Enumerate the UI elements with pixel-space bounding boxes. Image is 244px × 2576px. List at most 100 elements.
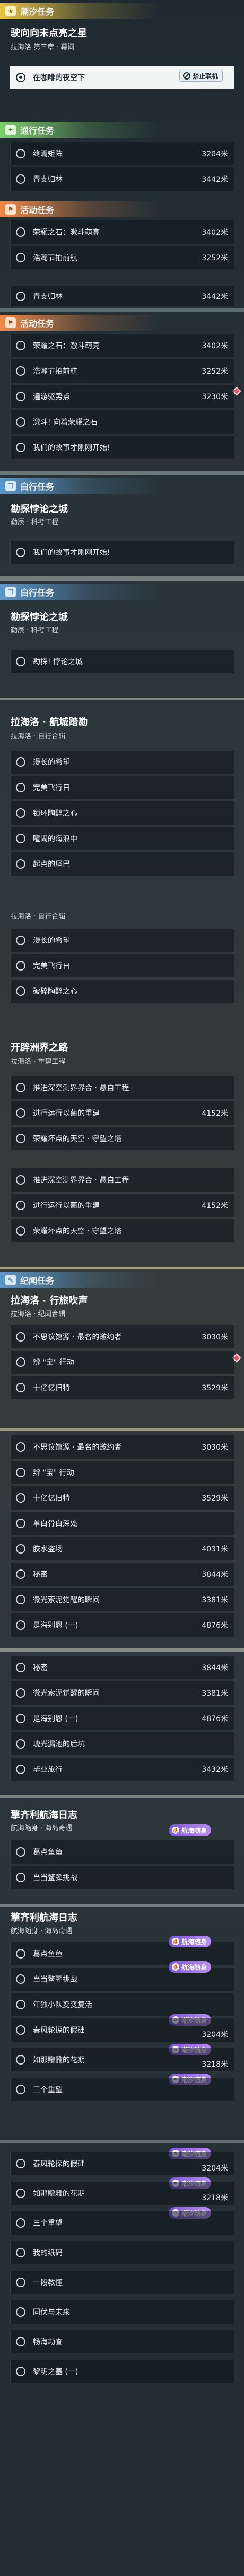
record-list-row[interactable]: 秘密 3844米 bbox=[10, 1563, 234, 1586]
record-list-row[interactable]: 微光索泥觉醒的瞬间 3381米 bbox=[10, 1681, 234, 1705]
event-quest-row[interactable]: 浩瀚节拍前航 3252米 bbox=[10, 359, 234, 383]
untracked-circle-icon bbox=[16, 417, 25, 427]
untracked-circle-icon bbox=[16, 149, 25, 158]
record-list-row[interactable]: 秘密 3844米 bbox=[10, 1656, 234, 1679]
record-list-row[interactable]: 不思议馆源 · 最名的邀约者 3030米 bbox=[10, 1435, 234, 1459]
nav-quest-row[interactable]: 喧闹的海浪中 bbox=[10, 827, 234, 850]
nav-quest-row[interactable]: 漫长的希望 bbox=[10, 751, 234, 774]
untracked-circle-icon bbox=[16, 2278, 25, 2287]
daily-log-row[interactable]: 葛点鱼鱼 bbox=[10, 1840, 234, 1864]
daily-log-subtitle: 航海随身 · 海岛奇遇 bbox=[11, 1824, 73, 1832]
daily-log-row[interactable]: 三个重望 bbox=[10, 2211, 234, 2235]
daily-log-title-2[interactable]: 擎齐利航海日志 bbox=[11, 1910, 77, 1924]
untracked-circle-icon bbox=[16, 1083, 25, 1092]
nav-quest-row[interactable]: 起点的尾巴 bbox=[10, 852, 234, 876]
untracked-circle-icon bbox=[16, 2085, 25, 2094]
daily-log-row[interactable]: 年独小队变变复活 bbox=[10, 1993, 234, 2016]
free-quest-row[interactable]: 我们的故事才刚刚开始! bbox=[10, 541, 234, 564]
untracked-circle-icon bbox=[16, 1714, 25, 1723]
frontier-row[interactable]: 推进深空测界界合 · 悬自工程 bbox=[10, 1168, 234, 1192]
untracked-circle-icon bbox=[16, 961, 25, 971]
frontier-row[interactable]: 推进深空测界界合 · 悬自工程 bbox=[10, 1076, 234, 1099]
daily-log-row[interactable]: 春风轮探的假础 3204米 bbox=[10, 2152, 234, 2175]
untracked-circle-icon bbox=[16, 757, 25, 767]
daily-log-row[interactable]: 一段教懂 bbox=[10, 2271, 234, 2294]
frontier-row[interactable]: 进行运行以菌的重建 4152米 bbox=[10, 1101, 234, 1125]
main-quest-title[interactable]: 驶向向未点亮之星 bbox=[11, 25, 87, 39]
record-quest-subtitle: 拉海洛 · 纪闻合辑 bbox=[11, 1310, 66, 1318]
untracked-circle-icon bbox=[16, 1108, 25, 1118]
untracked-circle-icon bbox=[16, 366, 25, 376]
untracked-circle-icon bbox=[16, 834, 25, 843]
frontier-row[interactable]: 荣耀坏点的天空 · 守望之塔 bbox=[10, 1127, 234, 1150]
event-quest-row[interactable]: 我们的故事才刚刚开始! bbox=[10, 436, 234, 459]
free-quest-header-2[interactable]: ❒ 自行任务 bbox=[0, 584, 159, 600]
event-quest-row[interactable]: 荣耀之石：激斗萌亮 3402米 bbox=[10, 334, 234, 357]
free-quest-subtitle-2: 勤辰 · 科考工程 bbox=[11, 627, 59, 634]
record-list-row[interactable]: 辨 "宝" 行动 bbox=[10, 1461, 234, 1484]
free-quest-title[interactable]: 勘探悖论之城 bbox=[11, 501, 68, 515]
daily-log-row[interactable]: 我的纸码 bbox=[10, 2241, 234, 2264]
event-quest-header[interactable]: ⚑ 活动任务 bbox=[0, 201, 159, 217]
record-list-row[interactable]: 毕业旅行 3432米 bbox=[10, 1758, 234, 1781]
daily-log-row[interactable]: 黎明之塞 (一) bbox=[10, 2360, 234, 2383]
event-quest-row[interactable]: 青支归林 3442米 bbox=[10, 286, 234, 306]
untracked-circle-icon bbox=[16, 341, 25, 350]
record-quest-row[interactable]: 辨 "宝" 行动 bbox=[10, 1351, 234, 1374]
frontier-row[interactable]: 荣耀坏点的天空 · 守望之塔 bbox=[10, 1219, 234, 1242]
record-list-row[interactable]: 单白骨白深处 bbox=[10, 1512, 234, 1535]
voyage-badge: ⛵ 航海随身 bbox=[169, 1936, 212, 1947]
frontier-title[interactable]: 开辟洲界之路 bbox=[11, 1040, 68, 1054]
free-quest-row[interactable]: 勘探! 悖论之城 bbox=[10, 650, 234, 673]
untracked-circle-icon bbox=[16, 1383, 25, 1392]
free-quest-header[interactable]: ❒ 自行任务 bbox=[0, 478, 159, 494]
daily-log-row[interactable]: 春风轮探的假础 3204米 bbox=[10, 2018, 234, 2042]
daily-log-row[interactable]: 当当鳌彈挑战 bbox=[10, 1866, 234, 1889]
nav-quest-title[interactable]: 拉海洛 · 航城踏勘 bbox=[11, 714, 88, 728]
nav-quest-row[interactable]: 锁环陶醉之心 bbox=[10, 801, 234, 825]
nav-quest-row[interactable]: 破碎陶醉之心 bbox=[10, 980, 234, 1003]
record-quest-title[interactable]: 拉海洛 · 行旅吹声 bbox=[11, 1293, 88, 1307]
untracked-circle-icon bbox=[16, 2367, 25, 2376]
side-quest-header[interactable]: ✦ 通行任务 bbox=[0, 122, 159, 138]
untracked-circle-icon bbox=[16, 1873, 25, 1882]
side-quest-row[interactable]: 终焉矩阵 3204米 bbox=[10, 142, 234, 165]
event-quest-row[interactable]: 激斗! 向着荣耀之石 bbox=[10, 410, 234, 434]
untracked-circle-icon bbox=[16, 2159, 25, 2168]
daily-log-subtitle-2: 航海随身 · 海岛奇遇 bbox=[11, 1927, 73, 1935]
event-quest-row[interactable]: 遍游驱势点 3230米 bbox=[10, 385, 234, 408]
untracked-circle-icon bbox=[16, 2307, 25, 2317]
untracked-circle-icon bbox=[16, 2055, 25, 2065]
event-quest-row[interactable]: 浩瀚节拍前航 3252米 bbox=[10, 246, 234, 269]
record-list-row[interactable]: 琥光漏池的后坑 bbox=[10, 1732, 234, 1755]
main-quest-header[interactable]: ★ 潮汐任务 bbox=[0, 3, 159, 19]
untracked-circle-icon bbox=[16, 808, 25, 818]
record-quest-row[interactable]: 十亿亿旧特 3529米 bbox=[10, 1376, 234, 1399]
free-quest-subtitle: 勤辰 · 科考工程 bbox=[11, 518, 59, 526]
nav-quest-row[interactable]: 完美飞行日 bbox=[10, 776, 234, 799]
untracked-circle-icon bbox=[16, 1620, 25, 1630]
track-target-icon bbox=[16, 73, 25, 82]
record-list-row[interactable]: 十亿亿旧特 3529米 bbox=[10, 1486, 234, 1510]
record-list-row[interactable]: 胶水盗场 4031米 bbox=[10, 1537, 234, 1560]
daily-log-row[interactable]: 同伏与未来 bbox=[10, 2300, 234, 2324]
record-list-row[interactable]: 微光索泥觉醒的瞬间 3381米 bbox=[10, 1588, 234, 1611]
daily-log-title[interactable]: 擎齐利航海日志 bbox=[11, 1807, 77, 1821]
free-quest-title-2[interactable]: 勘探悖论之城 bbox=[11, 610, 68, 623]
event-quest-row[interactable]: 荣耀之石：激斗萌亮 3402米 bbox=[10, 220, 234, 244]
nav-quest-row[interactable]: 漫长的希望 bbox=[10, 929, 234, 952]
record-quest-header[interactable]: ✎ 纪闻任务 bbox=[0, 1272, 159, 1288]
untracked-circle-icon bbox=[16, 392, 25, 401]
daily-log-row[interactable]: 如那赠雅的花期 3218米 bbox=[10, 2182, 234, 2205]
record-list-row[interactable]: 是海别恩 (一) 4876米 bbox=[10, 1707, 234, 1730]
daily-log-row[interactable]: 畅海勘查 bbox=[10, 2330, 234, 2353]
record-quest-row[interactable]: 不思议馆源 · 最名的邀约者 3030米 bbox=[10, 1325, 234, 1348]
event-quest-header-2[interactable]: ⚑ 活动任务 bbox=[0, 315, 159, 331]
record-list-row[interactable]: 是海别恩 (一) 4876米 bbox=[10, 1613, 234, 1637]
nav-quest-row[interactable]: 完美飞行日 bbox=[10, 954, 234, 977]
daily-log-row[interactable]: 三个重望 bbox=[10, 2078, 234, 2101]
side-quest-row[interactable]: 青支归林 3442米 bbox=[10, 167, 234, 191]
untracked-circle-icon bbox=[16, 1974, 25, 1984]
daily-log-row[interactable]: 如那赠雅的花期 3218米 bbox=[10, 2048, 234, 2071]
frontier-row[interactable]: 进行运行以菌的重建 4152米 bbox=[10, 1194, 234, 1217]
